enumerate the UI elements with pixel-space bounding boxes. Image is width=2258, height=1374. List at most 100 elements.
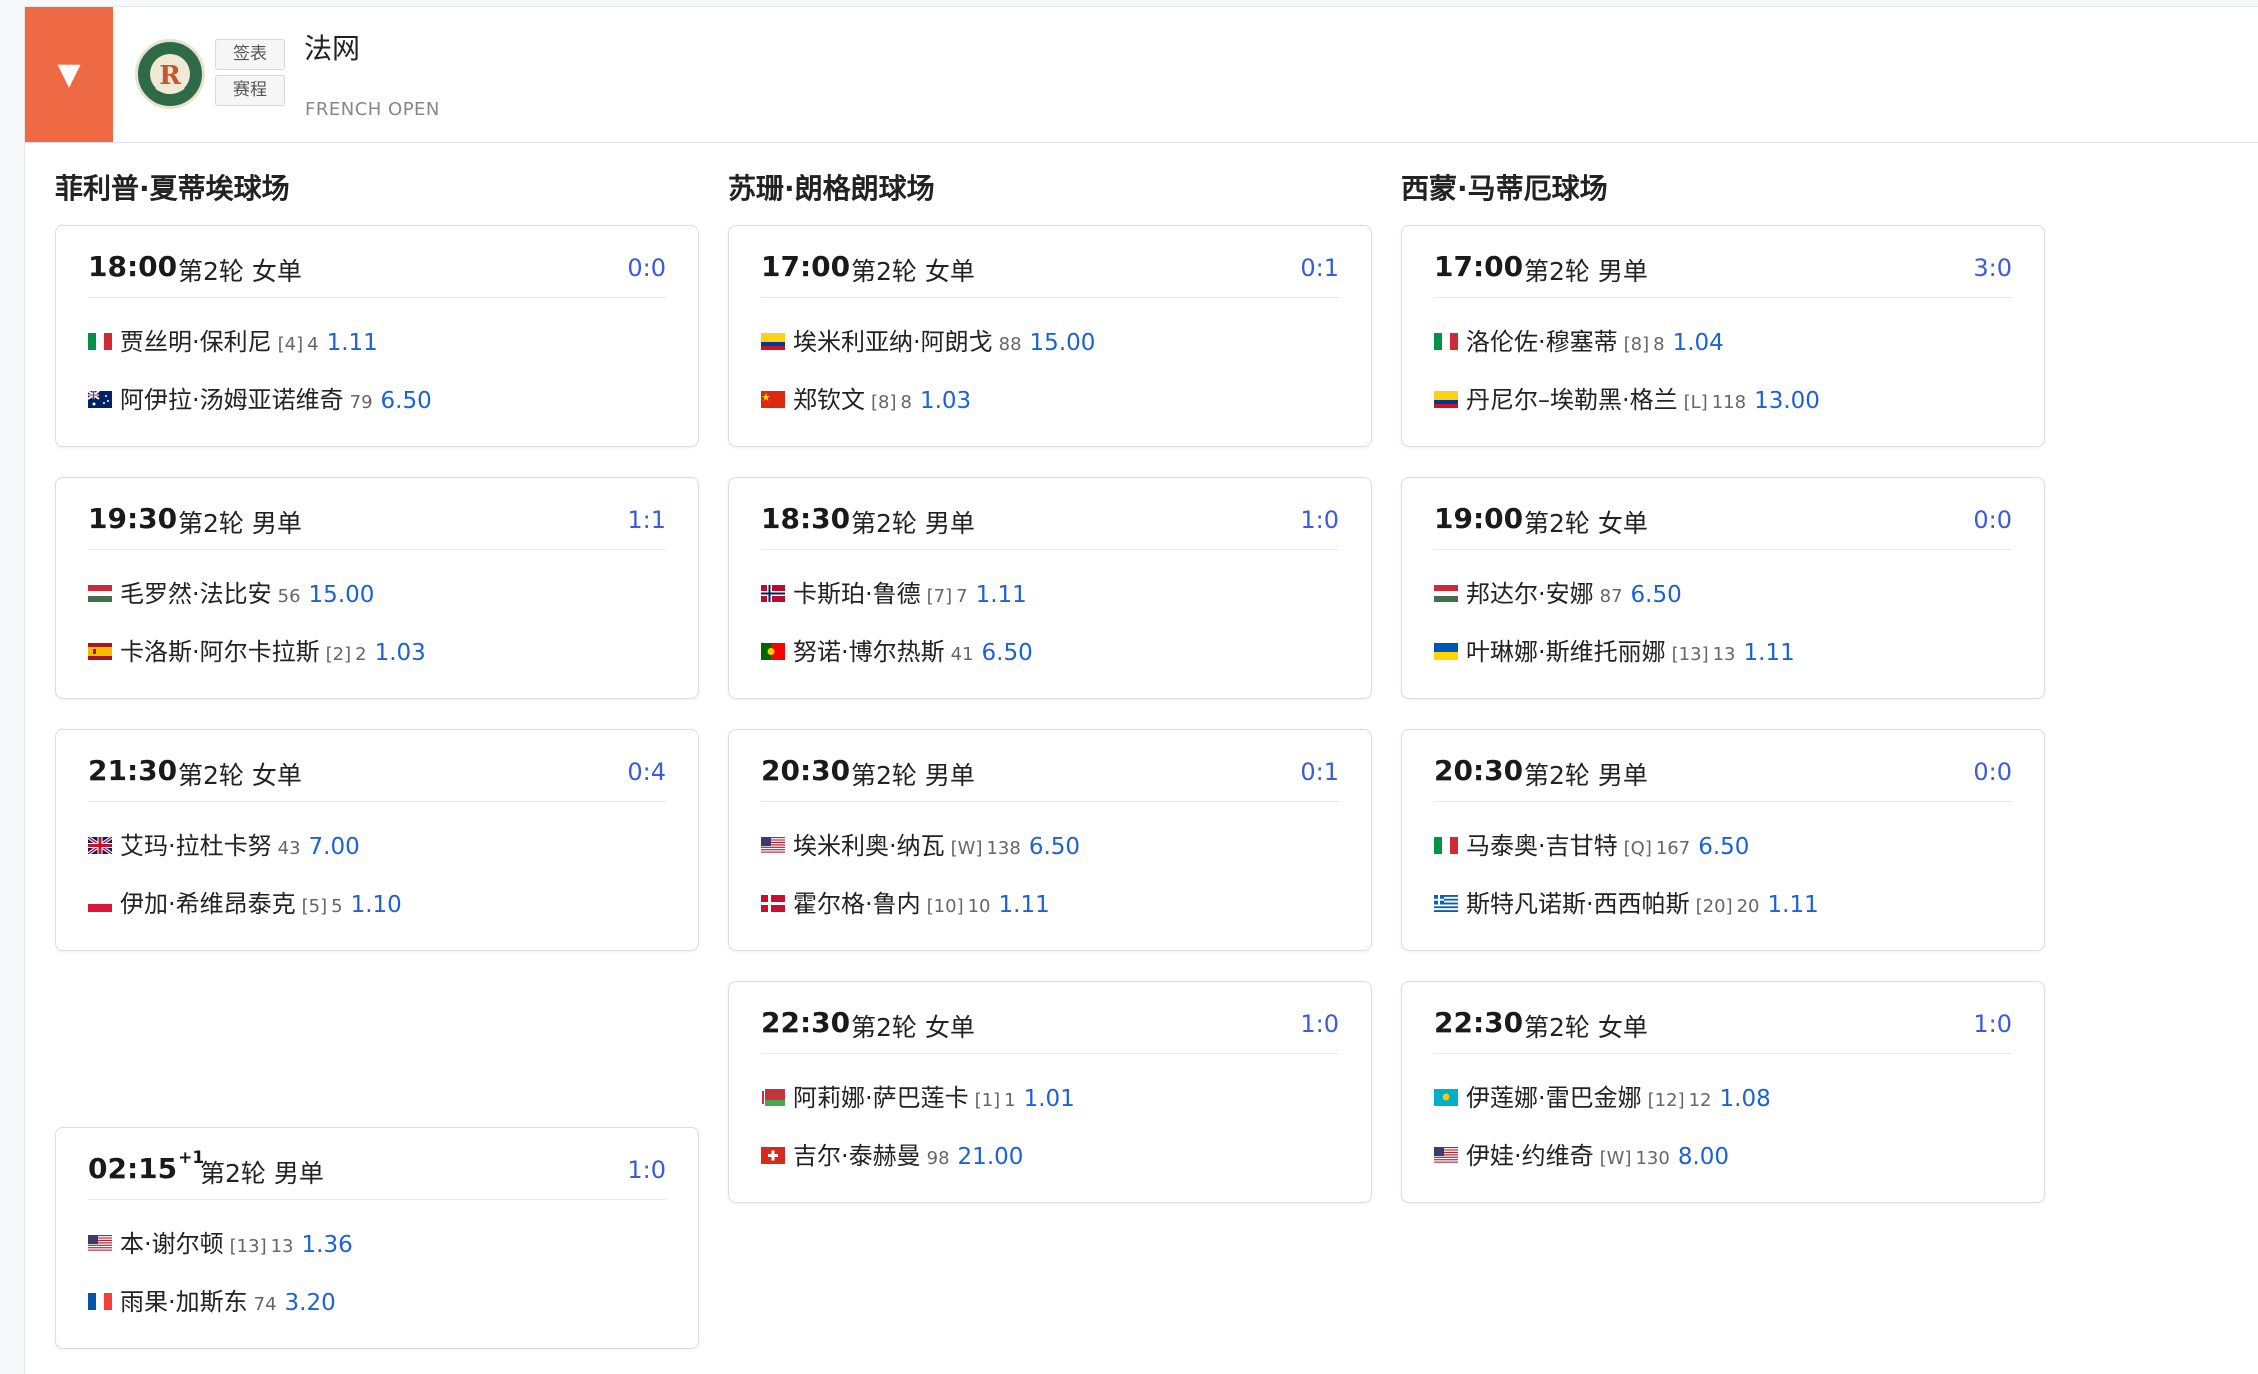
match-card[interactable]: 17:00 第2轮 女单 0:1 埃米利亚纳·阿朗戈 88 15.00 郑钦文 [8] 8 1.0…	[728, 225, 1372, 447]
it-flag-icon	[88, 332, 112, 350]
player-odds[interactable]: 21.00	[958, 1144, 1024, 1170]
player-seed: [W]	[950, 838, 983, 859]
match-card[interactable]: 20:30 第2轮 男单 0:0 马泰奥·吉甘特 [Q] 167 6.50 斯特凡诺斯·西西帕…	[1401, 729, 2045, 951]
player-row[interactable]: 本·谢尔顿 [13] 13 1.36	[88, 1224, 353, 1258]
player-odds[interactable]: 6.50	[1698, 834, 1749, 860]
round-label: 第2轮	[178, 257, 244, 286]
player-row[interactable]: 埃米利亚纳·阿朗戈 88 15.00	[761, 322, 1095, 356]
player-odds[interactable]: 6.50	[1029, 834, 1080, 860]
player-odds[interactable]: 13.00	[1754, 388, 1820, 414]
player-seed: [7]	[926, 586, 953, 607]
player-row[interactable]: 霍尔格·鲁内 [10] 10 1.11	[761, 884, 1050, 918]
player-odds[interactable]: 1.11	[327, 330, 378, 356]
player-row[interactable]: 伊娃·约维奇 [W] 130 8.00	[1434, 1136, 1729, 1170]
player-row[interactable]: 丹尼尔–埃勒黑·格兰 [L] 118 13.00	[1434, 380, 1820, 414]
player-row[interactable]: 阿莉娜·萨巴莲卡 [1] 1 1.01	[761, 1078, 1075, 1112]
match-score[interactable]: 0:0	[627, 254, 666, 282]
match-time: 18:00	[88, 250, 177, 283]
schedule-button[interactable]: 赛程	[215, 75, 285, 106]
match-time: 17:00	[761, 250, 850, 283]
match-card[interactable]: 20:30 第2轮 男单 0:1 埃米利奥·纳瓦 [W] 138 6.50 霍尔格·鲁内 [10…	[728, 729, 1372, 951]
player-row[interactable]: 卡洛斯·阿尔卡拉斯 [2] 2 1.03	[88, 632, 426, 666]
player-odds[interactable]: 3.20	[285, 1290, 336, 1316]
match-card[interactable]: 18:30 第2轮 男单 1:0 卡斯珀·鲁德 [7] 7 1.11 努诺·博尔热斯 41 6.5…	[728, 477, 1372, 699]
player-row[interactable]: 叶琳娜·斯维托丽娜 [13] 13 1.11	[1434, 632, 1795, 666]
match-card[interactable]: 19:30 第2轮 男单 1:1 毛罗然·法比安 56 15.00 卡洛斯·阿尔卡拉斯 [2]…	[55, 477, 699, 699]
hu-flag-icon	[1434, 584, 1458, 602]
match-score[interactable]: 0:1	[1300, 254, 1339, 282]
player-odds[interactable]: 8.00	[1678, 1144, 1729, 1170]
player-row[interactable]: 阿伊拉·汤姆亚诺维奇 79 6.50	[88, 380, 432, 414]
player-odds[interactable]: 1.03	[920, 388, 971, 414]
player-row[interactable]: 吉尔·泰赫曼 98 21.00	[761, 1136, 1023, 1170]
player-odds[interactable]: 1.11	[1744, 640, 1795, 666]
es-flag-icon	[88, 642, 112, 660]
player-name: 马泰奥·吉甘特	[1466, 832, 1618, 860]
event-type: 男单	[924, 761, 975, 790]
player-row[interactable]: 贾丝明·保利尼 [4] 4 1.11	[88, 322, 378, 356]
match-score[interactable]: 1:0	[1973, 1010, 2012, 1038]
player-odds[interactable]: 1.10	[351, 892, 402, 918]
player-seed: [20]	[1695, 896, 1733, 917]
player-name: 努诺·博尔热斯	[793, 638, 945, 666]
player-odds[interactable]: 15.00	[1030, 330, 1096, 356]
player-seed: [13]	[229, 1236, 267, 1257]
player-odds[interactable]: 6.50	[982, 640, 1033, 666]
match-score[interactable]: 1:1	[627, 506, 666, 534]
match-card[interactable]: 17:00 第2轮 男单 3:0 洛伦佐·穆塞蒂 [8] 8 1.04 丹尼尔–埃勒黑·格兰[…	[1401, 225, 2045, 447]
player-row[interactable]: 邦达尔·安娜 87 6.50	[1434, 574, 1682, 608]
match-time-value: 21:30	[88, 754, 178, 787]
match-score[interactable]: 0:0	[1973, 506, 2012, 534]
player-odds[interactable]: 15.00	[309, 582, 375, 608]
player-rank: 7	[956, 586, 968, 607]
match-card[interactable]: 18:00 第2轮 女单 0:0 贾丝明·保利尼 [4] 4 1.11 阿伊拉·汤姆亚诺维奇 7…	[55, 225, 699, 447]
match-card[interactable]: 22:30 第2轮 女单 1:0 阿莉娜·萨巴莲卡 [1] 1 1.01 吉尔·泰赫曼 98 21…	[728, 981, 1372, 1203]
round-label: 第2轮	[1524, 761, 1590, 790]
player-row[interactable]: 卡斯珀·鲁德 [7] 7 1.11	[761, 574, 1027, 608]
player-row[interactable]: 伊莲娜·雷巴金娜 [12] 12 1.08	[1434, 1078, 1771, 1112]
player-row[interactable]: 雨果·加斯东 74 3.20	[88, 1282, 336, 1316]
match-score[interactable]: 0:4	[627, 758, 666, 786]
player-rank: 56	[277, 586, 301, 607]
player-odds[interactable]: 1.03	[375, 640, 426, 666]
player-odds[interactable]: 1.08	[1720, 1086, 1771, 1112]
player-odds[interactable]: 6.50	[1631, 582, 1682, 608]
match-time-value: 22:30	[761, 1006, 851, 1039]
player-odds[interactable]: 7.00	[309, 834, 360, 860]
match-card[interactable]: 02:15+1 第2轮 男单 1:0 本·谢尔顿 [13] 13 1.36 雨果·加斯东 74 3…	[55, 1127, 699, 1349]
match-score[interactable]: 1:0	[627, 1156, 666, 1184]
collapse-toggle-button[interactable]: ▼	[25, 7, 113, 142]
player-odds[interactable]: 1.36	[302, 1232, 353, 1258]
player-rank: 87	[1599, 586, 1623, 607]
match-card[interactable]: 19:00 第2轮 女单 0:0 邦达尔·安娜 87 6.50 叶琳娜·斯维托丽娜 [13] 1…	[1401, 477, 2045, 699]
event-type: 男单	[924, 509, 975, 538]
player-row[interactable]: 郑钦文 [8] 8 1.03	[761, 380, 971, 414]
player-row[interactable]: 努诺·博尔热斯 41 6.50	[761, 632, 1033, 666]
player-row[interactable]: 毛罗然·法比安 56 15.00	[88, 574, 374, 608]
player-row[interactable]: 伊加·希维昂泰克 [5] 5 1.10	[88, 884, 402, 918]
player-odds[interactable]: 1.01	[1024, 1086, 1075, 1112]
player-odds[interactable]: 1.04	[1673, 330, 1724, 356]
player-row[interactable]: 洛伦佐·穆塞蒂 [8] 8 1.04	[1434, 322, 1724, 356]
player-odds[interactable]: 1.11	[976, 582, 1027, 608]
match-round: 第2轮 男单	[178, 504, 302, 540]
match-time-value: 18:00	[88, 250, 178, 283]
player-row[interactable]: 埃米利奥·纳瓦 [W] 138 6.50	[761, 826, 1080, 860]
co-flag-icon	[1434, 390, 1458, 408]
player-rank: 88	[998, 334, 1022, 355]
player-row[interactable]: 斯特凡诺斯·西西帕斯 [20] 20 1.11	[1434, 884, 1819, 918]
match-score[interactable]: 3:0	[1973, 254, 2012, 282]
player-odds[interactable]: 1.11	[999, 892, 1050, 918]
player-odds[interactable]: 1.11	[1768, 892, 1819, 918]
match-card[interactable]: 22:30 第2轮 女单 1:0 伊莲娜·雷巴金娜 [12] 12 1.08 伊娃·约维奇 [W…	[1401, 981, 2045, 1203]
match-score[interactable]: 0:1	[1300, 758, 1339, 786]
match-score[interactable]: 1:0	[1300, 1010, 1339, 1038]
match-time: 19:30	[88, 502, 177, 535]
match-card[interactable]: 21:30 第2轮 女单 0:4 艾玛·拉杜卡努 43 7.00 伊加·希维昂泰克 [5] 5 1…	[55, 729, 699, 951]
player-row[interactable]: 艾玛·拉杜卡努 43 7.00	[88, 826, 360, 860]
player-row[interactable]: 马泰奥·吉甘特 [Q] 167 6.50	[1434, 826, 1749, 860]
draw-button[interactable]: 签表	[215, 39, 285, 70]
player-odds[interactable]: 6.50	[381, 388, 432, 414]
match-score[interactable]: 0:0	[1973, 758, 2012, 786]
match-score[interactable]: 1:0	[1300, 506, 1339, 534]
